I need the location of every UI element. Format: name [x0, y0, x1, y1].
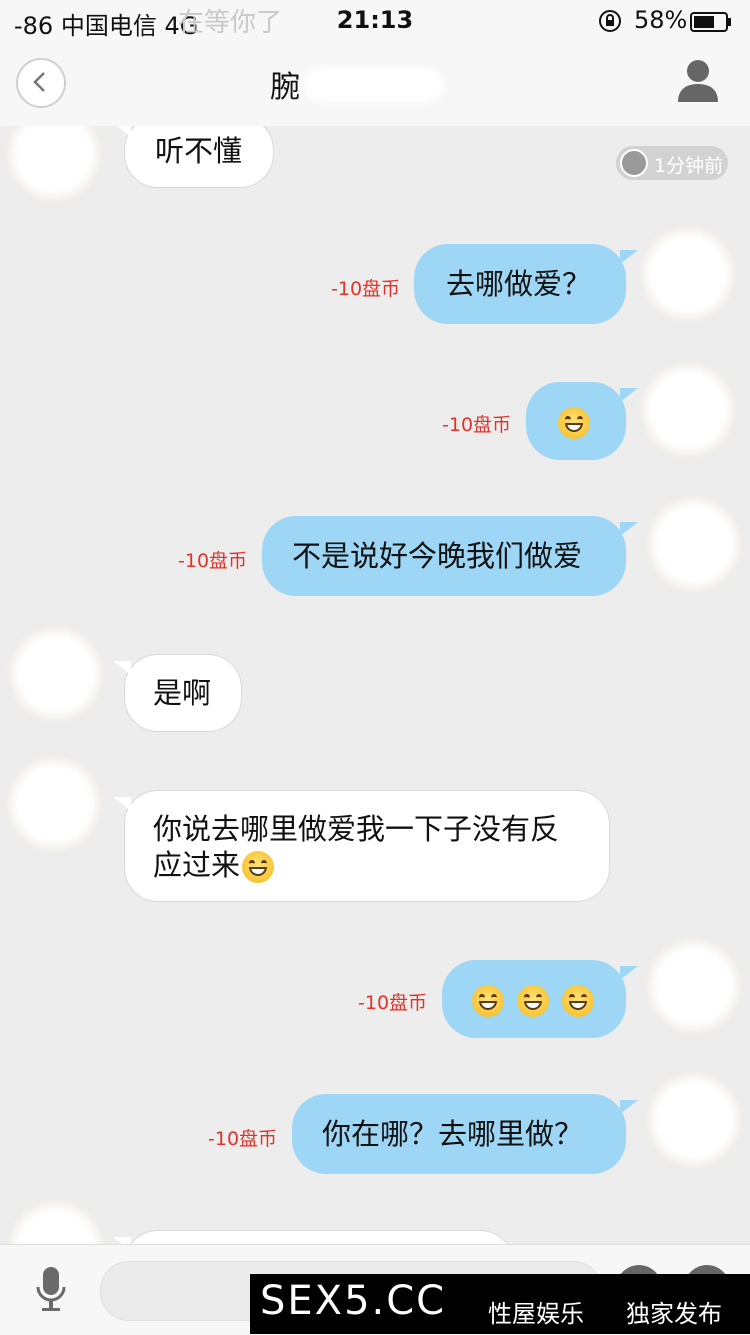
profile-button[interactable] [676, 58, 720, 104]
timestamp-text: 1分钟前 [654, 155, 724, 177]
status-bar: -86 中国电信 4G 在等你了 21:13 58% [0, 0, 750, 40]
grinning-emoji [558, 407, 590, 439]
clock-icon [620, 149, 648, 177]
grinning-emoji [242, 851, 275, 883]
contact-avatar[interactable] [8, 1200, 104, 1244]
received-message[interactable] [113, 1230, 514, 1244]
my-avatar[interactable] [646, 496, 742, 592]
coin-cost: -10盘币 [442, 414, 512, 436]
microphone-icon[interactable] [34, 1265, 68, 1315]
sent-message[interactable]: 不是说好今晚我们做爱 [262, 516, 638, 596]
message-text: 是啊 [153, 676, 212, 710]
chevron-left-icon [33, 72, 45, 92]
message-text: 不是说好今晚我们做爱 [292, 539, 583, 573]
message-text: 去哪做爱？ [446, 267, 592, 301]
message-text: 应过来 [153, 848, 241, 882]
contact-avatar[interactable] [8, 626, 104, 722]
emoji-eye [577, 416, 583, 423]
emoji-eye [491, 994, 497, 1001]
chat-area[interactable]: 听不懂 1分钟前 -10盘币 去哪做爱？ -10盘币 -10盘币 不是说好今晚我… [0, 126, 750, 1244]
sent-message[interactable]: 去哪做爱？ [414, 244, 638, 324]
emoji-eye [524, 994, 531, 1001]
sent-message[interactable]: 你在哪？去哪里做？ [292, 1094, 638, 1174]
back-button[interactable] [16, 58, 66, 108]
sent-message[interactable] [442, 960, 638, 1038]
person-icon [678, 60, 718, 102]
battery-icon [690, 10, 732, 32]
emoji-eye [565, 416, 571, 423]
received-message[interactable]: 你说去哪里做爱我一下子没有反 应过来 [113, 790, 610, 902]
emoji-eye [536, 994, 543, 1001]
contact-avatar[interactable] [6, 756, 102, 852]
my-avatar[interactable] [640, 362, 736, 458]
my-avatar[interactable] [646, 1072, 742, 1168]
message-text: 你在哪？去哪里做？ [322, 1117, 584, 1151]
battery-percent: 58% [634, 6, 688, 34]
watermark-tag: 独家发布 [626, 1300, 722, 1328]
contact-avatar[interactable] [6, 126, 102, 202]
my-avatar[interactable] [640, 226, 736, 322]
sent-message[interactable] [526, 382, 638, 460]
watermark-tag: 性屋娱乐 [488, 1300, 584, 1328]
title-redaction [304, 68, 444, 102]
grinning-emoji [562, 985, 595, 1017]
emoji-eye [261, 860, 268, 867]
rotation-lock-icon [597, 8, 623, 40]
coin-cost: -10盘币 [208, 1128, 278, 1150]
emoji-eye [249, 860, 256, 867]
coin-cost: -10盘币 [331, 278, 401, 300]
emoji-eye [581, 994, 588, 1001]
my-avatar[interactable] [646, 938, 742, 1034]
grinning-emoji [517, 985, 550, 1017]
coin-cost: -10盘币 [178, 550, 248, 572]
message-text: 听不懂 [155, 134, 243, 168]
chat-title: 腕 [270, 70, 300, 105]
received-message[interactable]: 听不懂 [113, 126, 274, 188]
received-message[interactable]: 是啊 [113, 654, 242, 732]
watermark-banner: SEX5.CC 性屋娱乐 独家发布 [250, 1274, 750, 1334]
message-text: 你说去哪里做爱我一下子没有反 [153, 812, 560, 846]
watermark-site: SEX5.CC [260, 1278, 447, 1324]
chat-header: 腕 [0, 40, 750, 126]
emoji-eye [479, 994, 485, 1001]
emoji-eye [569, 994, 576, 1001]
coin-cost: -10盘币 [358, 992, 428, 1014]
timestamp-badge: 1分钟前 [616, 146, 728, 180]
grinning-emoji [472, 985, 504, 1017]
